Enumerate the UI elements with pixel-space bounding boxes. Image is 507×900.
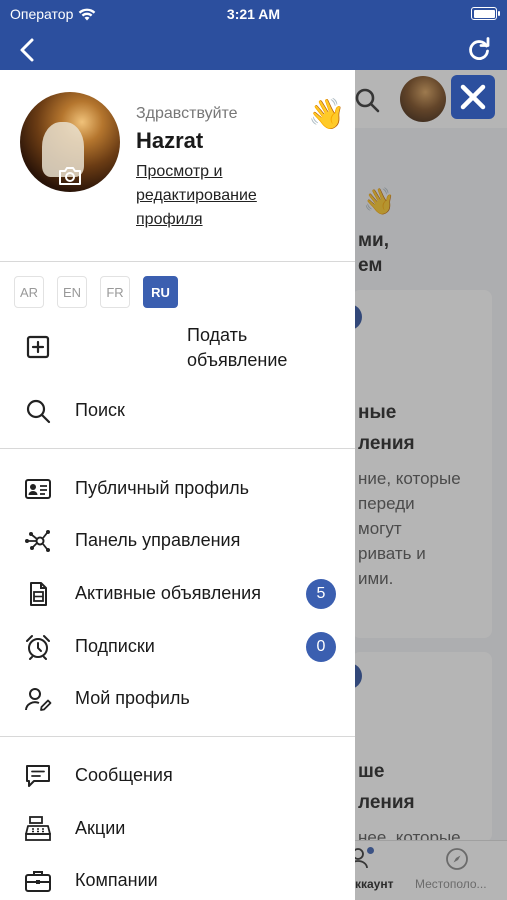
briefcase-icon: [25, 871, 51, 892]
lang-ru-button[interactable]: RU: [143, 276, 178, 308]
menu-item-active-ads[interactable]: Активные объявления 5: [0, 573, 355, 613]
post-ad-label[interactable]: Подать объявление: [187, 323, 327, 373]
back-arrow-icon[interactable]: [14, 36, 42, 64]
menu-item-promotions[interactable]: Акции: [0, 808, 355, 848]
username: Hazrat: [136, 128, 204, 153]
menu-item-subscriptions[interactable]: Подписки 0: [0, 626, 355, 666]
menu-item-label: Сообщения: [75, 765, 173, 785]
lang-ar-button[interactable]: AR: [14, 276, 44, 308]
menu-item-label: Активные объявления: [75, 583, 261, 603]
plus-square-icon: [26, 335, 50, 359]
status-bar: Оператор 3:21 AM: [0, 0, 507, 28]
document-icon: [30, 582, 47, 606]
waving-hand-icon: 👋: [308, 98, 346, 131]
menu-item-public-profile[interactable]: Публичный профиль: [0, 468, 355, 508]
profile-avatar[interactable]: [20, 92, 120, 192]
menu-item-messages[interactable]: Сообщения: [0, 755, 355, 795]
refresh-icon[interactable]: [465, 36, 493, 64]
search-label: Поиск: [75, 400, 125, 420]
divider: [0, 261, 355, 262]
search-icon: [26, 399, 51, 424]
greeting-text: Здравствуйте: [136, 105, 238, 122]
search-item[interactable]: Поиск: [0, 390, 355, 430]
camera-icon[interactable]: [58, 166, 82, 186]
menu-item-label: Публичный профиль: [75, 478, 250, 498]
menu-item-label: Подписки: [75, 636, 155, 656]
edit-profile-link[interactable]: Просмотр и редактирование профиля: [136, 160, 296, 232]
close-icon: [460, 84, 486, 110]
close-drawer-button[interactable]: [451, 75, 495, 119]
menu-item-label: Компании: [75, 870, 158, 890]
alarm-clock-icon: [26, 635, 50, 660]
network-nodes-icon: [25, 530, 50, 552]
status-time: 3:21 AM: [226, 6, 281, 22]
menu-item-label: Панель управления: [75, 530, 241, 550]
count-badge: 5: [306, 579, 336, 609]
id-card-icon: [25, 479, 51, 499]
menu-item-label: Акции: [75, 818, 126, 838]
menu-item-my-profile[interactable]: Мой профиль: [0, 678, 355, 718]
user-edit-icon: [25, 688, 52, 711]
battery-icon: [471, 7, 500, 20]
nav-bar: [0, 28, 507, 70]
divider: [0, 448, 355, 449]
menu-item-label: Мой профиль: [75, 688, 190, 708]
lang-fr-button[interactable]: FR: [100, 276, 130, 308]
navigation-drawer: Здравствуйте Hazrat Просмотр и редактиро…: [0, 70, 355, 900]
chat-icon: [26, 765, 50, 787]
menu-item-dashboard[interactable]: Панель управления: [0, 520, 355, 560]
cash-register-icon: [25, 816, 51, 841]
divider: [0, 736, 355, 737]
count-badge: 0: [306, 632, 336, 662]
lang-en-button[interactable]: EN: [57, 276, 87, 308]
menu-item-companies[interactable]: Компании: [0, 860, 355, 900]
language-selector: AR EN FR RU: [14, 276, 178, 308]
